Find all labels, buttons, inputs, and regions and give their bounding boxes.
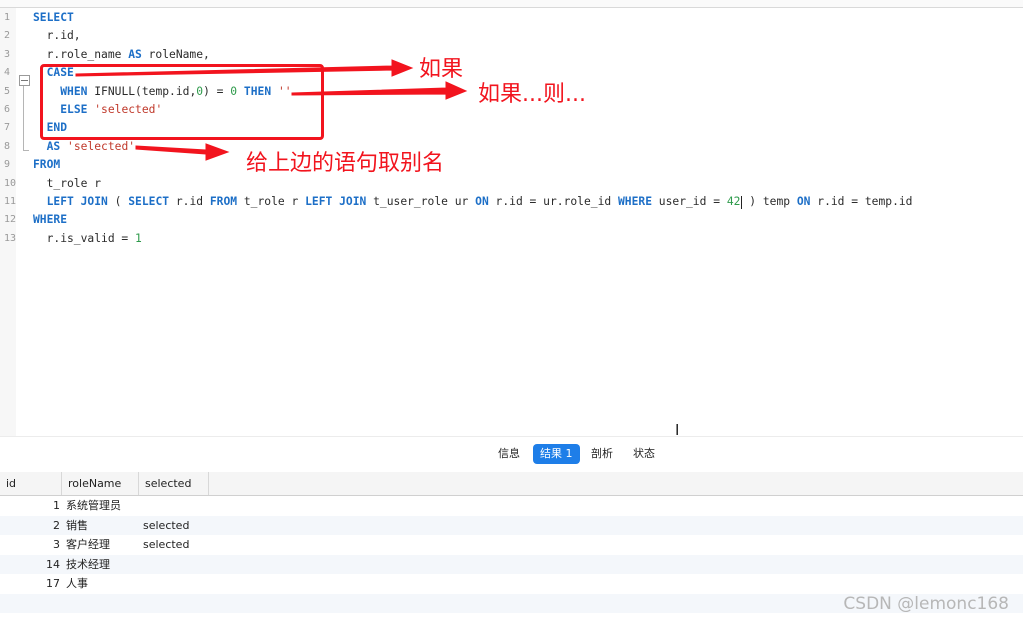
code-text: FROM xyxy=(33,156,60,174)
cell-id[interactable]: 1 xyxy=(0,496,60,516)
line-number: 1 xyxy=(4,12,11,23)
line-number: 4 xyxy=(4,67,11,79)
annotation-highlight-box xyxy=(40,64,324,140)
annotation-alias: 给上边的语句取别名 xyxy=(246,151,445,176)
code-text: r.id, xyxy=(33,27,81,45)
table-row[interactable]: 17 人事 xyxy=(0,574,1023,594)
sql-text: r.id, xyxy=(33,29,81,43)
fold-guide-end xyxy=(23,150,29,151)
line-number: 13 xyxy=(4,232,17,244)
line-number: 9 xyxy=(4,159,11,171)
sql-keyword: WHERE xyxy=(617,195,652,208)
cell-selected[interactable]: selected xyxy=(143,535,213,555)
sql-text: r.id xyxy=(169,195,210,208)
line-number: 2 xyxy=(4,30,11,42)
sql-keyword: AS xyxy=(46,139,61,153)
sql-text: r.role_name xyxy=(33,47,129,61)
line-number: 7 xyxy=(4,122,11,134)
sql-keyword: SELECT xyxy=(33,11,74,24)
code-text: r.role_name AS roleName, xyxy=(33,46,210,64)
sql-text: t_user_role ur xyxy=(366,195,476,208)
table-row[interactable]: 1 系统管理员 xyxy=(0,496,1023,516)
tab-info[interactable]: 信息 xyxy=(491,444,527,464)
sql-text: roleName, xyxy=(141,47,210,61)
sql-string: 'selected' xyxy=(67,139,136,153)
sql-keyword: LEFT JOIN xyxy=(46,195,108,208)
fold-toggle-icon[interactable] xyxy=(19,75,30,86)
window-top-strip xyxy=(0,0,1023,8)
code-text: r.is_valid = 1 xyxy=(33,230,142,248)
cell-rolename[interactable]: 系统管理员 xyxy=(66,496,136,516)
sql-text: r.id = temp.id xyxy=(810,195,913,208)
line-number: 10 xyxy=(4,177,17,189)
tab-status[interactable]: 状态 xyxy=(626,444,662,464)
code-text: SELECT xyxy=(33,9,74,27)
sql-keyword: AS xyxy=(128,47,142,61)
table-row[interactable]: 2 销售 selected xyxy=(0,515,1023,536)
sql-keyword: ON xyxy=(796,195,811,208)
tab-profile[interactable]: 剖析 xyxy=(584,444,620,464)
line-number: 8 xyxy=(4,140,11,152)
cell-id[interactable]: 17 xyxy=(0,574,60,594)
result-tab-bar: 信息 结果 1 剖析 状态 xyxy=(0,436,1023,473)
tab-result-1[interactable]: 结果 1 xyxy=(533,444,580,464)
sql-keyword: FROM xyxy=(33,158,61,172)
watermark: CSDN @lemonc168 xyxy=(843,594,1009,614)
code-text: LEFT JOIN ( SELECT r.id FROM t_role r LE… xyxy=(33,193,913,211)
cell-selected[interactable] xyxy=(143,555,213,575)
table-row[interactable]: 3 客户经理 selected xyxy=(0,535,1023,555)
cell-id[interactable]: 2 xyxy=(0,516,60,536)
sql-text: user_id = xyxy=(652,195,727,208)
line-number: 6 xyxy=(4,104,11,115)
result-grid-header: id roleName selected xyxy=(0,472,1023,496)
code-text: WHERE xyxy=(33,211,67,229)
column-header-id[interactable]: id xyxy=(0,472,62,495)
sql-text: t_role r xyxy=(237,195,306,208)
sql-keyword: FROM xyxy=(209,195,238,208)
cell-id[interactable]: 14 xyxy=(0,555,60,575)
column-header-rolename[interactable]: roleName xyxy=(62,472,139,495)
cell-rolename[interactable]: 销售 xyxy=(66,516,136,536)
sql-text: ( xyxy=(107,195,129,208)
cell-rolename[interactable]: 技术经理 xyxy=(66,555,136,575)
sql-number: 42 xyxy=(726,195,741,208)
annotation-if: 如果 xyxy=(419,57,464,82)
column-header-selected[interactable]: selected xyxy=(139,472,209,495)
sql-text: r.is_valid = xyxy=(33,231,136,245)
line-number: 5 xyxy=(4,85,11,97)
sql-number: 1 xyxy=(135,231,142,245)
annotation-if-then: 如果...则... xyxy=(478,82,586,107)
code-text: AS 'selected' xyxy=(33,138,135,156)
sql-text: r.id = ur.role_id xyxy=(488,195,618,208)
cell-selected[interactable]: selected xyxy=(143,516,213,536)
cell-rolename[interactable]: 人事 xyxy=(66,574,136,594)
sql-keyword: SELECT xyxy=(128,195,170,208)
code-text: t_role r xyxy=(33,175,101,193)
line-number: 3 xyxy=(4,48,11,60)
line-number: 11 xyxy=(4,196,17,207)
cell-selected[interactable] xyxy=(143,496,213,516)
fold-guide-line xyxy=(23,86,24,150)
cell-id[interactable]: 3 xyxy=(0,535,60,555)
sql-text: t_role r xyxy=(33,176,102,190)
table-row[interactable]: 14 技术经理 xyxy=(0,554,1023,575)
cell-rolename[interactable]: 客户经理 xyxy=(66,535,136,555)
sql-keyword: WHERE xyxy=(33,213,68,227)
line-number: 12 xyxy=(4,214,17,226)
cell-selected[interactable] xyxy=(143,574,213,594)
sql-keyword: ON xyxy=(475,195,489,208)
sql-text: ) temp xyxy=(742,195,797,208)
sql-keyword: LEFT JOIN xyxy=(305,195,367,208)
